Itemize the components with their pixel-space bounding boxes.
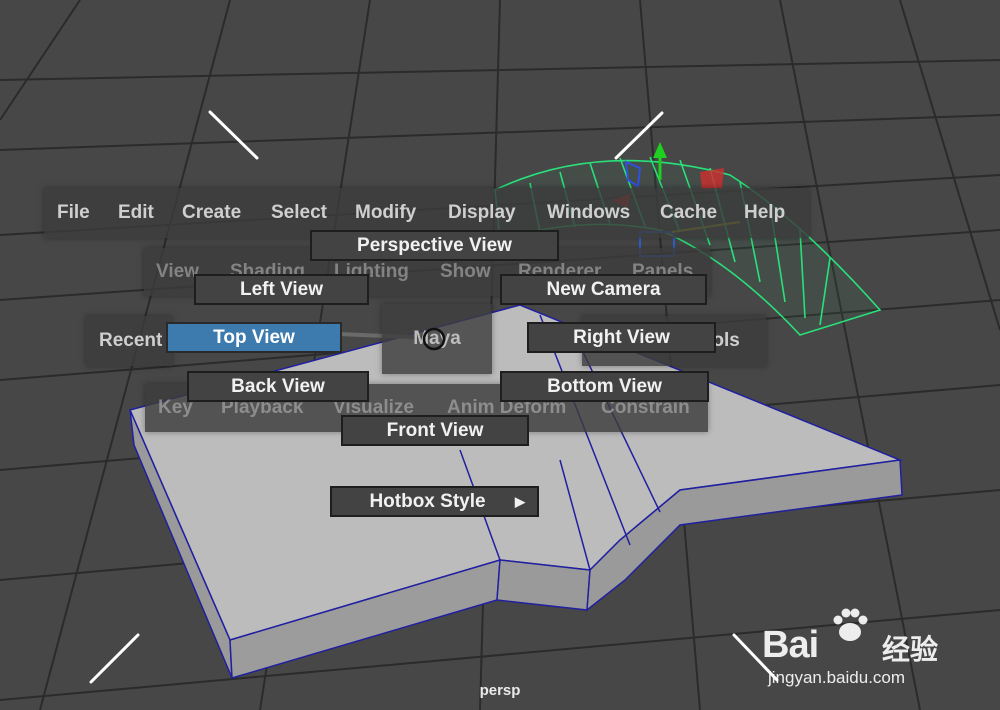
menu-edit[interactable]: Edit — [118, 188, 154, 238]
watermark-url: jingyan.baidu.com — [768, 668, 906, 687]
marking-menu-top-view[interactable]: Top View — [166, 322, 342, 353]
watermark-brand: Bai — [762, 624, 819, 666]
paw-icon — [833, 608, 868, 641]
west-zone[interactable]: Recent — [86, 316, 172, 366]
menu-file[interactable]: File — [57, 188, 90, 238]
marking-menu-front-view[interactable]: Front View — [341, 415, 529, 446]
hotbox-style-label: Hotbox Style — [369, 490, 486, 512]
marking-menu-left-view[interactable]: Left View — [194, 274, 369, 305]
menu-windows[interactable]: Windows — [547, 188, 630, 238]
marking-menu-hotbox-style[interactable]: Hotbox Style ▶ — [330, 486, 539, 517]
marking-menu-perspective-view[interactable]: Perspective View — [310, 230, 559, 261]
marking-menu-new-camera[interactable]: New Camera — [500, 274, 707, 305]
marking-menu-bottom-view[interactable]: Bottom View — [500, 371, 709, 402]
marking-menu-right-view[interactable]: Right View — [527, 322, 716, 353]
panel-menu-view[interactable]: View — [156, 248, 199, 296]
menu-help[interactable]: Help — [744, 188, 785, 238]
menu-cache[interactable]: Cache — [660, 188, 717, 238]
watermark-chinese: 经验 — [882, 634, 939, 665]
menu-create[interactable]: Create — [182, 188, 241, 238]
west-zone-label: Recent — [99, 330, 163, 351]
arrow-right-icon: ▶ — [515, 493, 525, 509]
mouse-cursor-icon — [422, 327, 446, 351]
marking-menu-back-view[interactable]: Back View — [187, 371, 369, 402]
